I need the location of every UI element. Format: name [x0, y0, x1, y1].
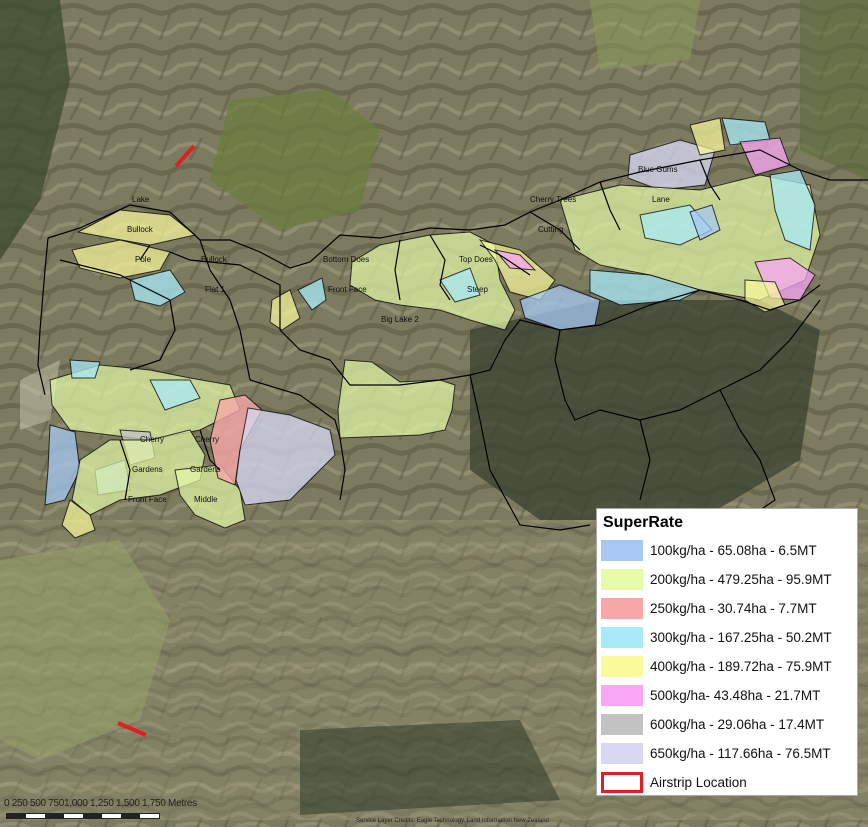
legend-item-250: 250kg/ha - 30.74ha - 7.7MT	[601, 594, 853, 623]
legend-swatch	[601, 598, 643, 619]
legend-item-100: 100kg/ha - 65.08ha - 6.5MT	[601, 536, 853, 565]
label-cherry-trees: Cherry Trees	[530, 195, 576, 204]
label-bullock-e: Bullock	[201, 255, 228, 264]
scale-label: 0 250 500 7501,000 1,250 1,500 1,750 Met…	[4, 798, 197, 809]
label-front-face-s: Front Face	[128, 495, 167, 504]
legend-label: 200kg/ha - 479.25ha - 95.9MT	[650, 572, 832, 587]
legend-swatch	[601, 743, 643, 764]
legend-swatch	[601, 540, 643, 561]
label-bullock-w: Bullock	[127, 225, 154, 234]
label-middle: Middle	[194, 495, 218, 504]
legend-swatch	[601, 569, 643, 590]
legend-item-200: 200kg/ha - 479.25ha - 95.9MT	[601, 565, 853, 594]
service-credits: Service Layer Credits: Eagle Technology,…	[356, 818, 549, 824]
legend-item-300: 300kg/ha - 167.25ha - 50.2MT	[601, 623, 853, 652]
label-cherry-e: Cherry	[195, 435, 219, 444]
legend-swatch	[601, 685, 643, 706]
legend-item-600: 600kg/ha - 29.06ha - 17.4MT	[601, 710, 853, 739]
label-bottom-does: Bottom Does	[323, 255, 369, 264]
legend-label: 250kg/ha - 30.74ha - 7.7MT	[650, 601, 817, 616]
scale-graphic	[6, 813, 160, 819]
label-cutting: Cutting	[538, 225, 563, 234]
legend-item-airstrip: Airstrip Location	[601, 768, 853, 797]
legend-swatch	[601, 714, 643, 735]
scale-bar: 0 250 500 7501,000 1,250 1,500 1,750 Met…	[0, 798, 230, 826]
legend-label: 400kg/ha - 189.72ha - 75.9MT	[650, 659, 832, 674]
label-gardens-w: Gardens	[132, 465, 163, 474]
label-gardens-e: Gardens	[190, 465, 221, 474]
label-flat1: Flat 1	[205, 285, 226, 294]
label-top-does: Top Does	[459, 255, 493, 264]
legend-item-650: 650kg/ha - 117.66ha - 76.5MT	[601, 739, 853, 768]
legend-swatch	[601, 627, 643, 648]
legend-title: SuperRate	[603, 514, 684, 531]
legend-label: 650kg/ha - 117.66ha - 76.5MT	[650, 746, 831, 761]
legend-label: 500kg/ha- 43.48ha - 21.7MT	[650, 688, 821, 703]
zone-sw-300[interactable]	[69, 359, 101, 379]
legend-item-500: 500kg/ha- 43.48ha - 21.7MT	[601, 681, 853, 710]
label-blue-gums: Blue Gums	[638, 165, 678, 174]
label-front-face-n: Front Face	[328, 285, 367, 294]
legend-label: 600kg/ha - 29.06ha - 17.4MT	[650, 717, 825, 732]
legend-swatch	[601, 656, 643, 677]
label-lake: Lake	[132, 195, 150, 204]
legend-panel: SuperRate 100kg/ha - 65.08ha - 6.5MT 200…	[596, 508, 858, 796]
label-lane: Lane	[652, 195, 670, 204]
legend-swatch-airstrip	[601, 772, 643, 793]
label-big-lake-2: Big Lake 2	[381, 315, 419, 324]
legend-label: Airstrip Location	[650, 775, 747, 790]
label-cherry-w: Cherry	[140, 435, 164, 444]
legend-label: 100kg/ha - 65.08ha - 6.5MT	[650, 543, 817, 558]
legend-item-400: 400kg/ha - 189.72ha - 75.9MT	[601, 652, 853, 681]
label-steep: Steep	[467, 285, 488, 294]
label-pole: Pole	[135, 255, 152, 264]
legend-label: 300kg/ha - 167.25ha - 50.2MT	[650, 630, 832, 645]
